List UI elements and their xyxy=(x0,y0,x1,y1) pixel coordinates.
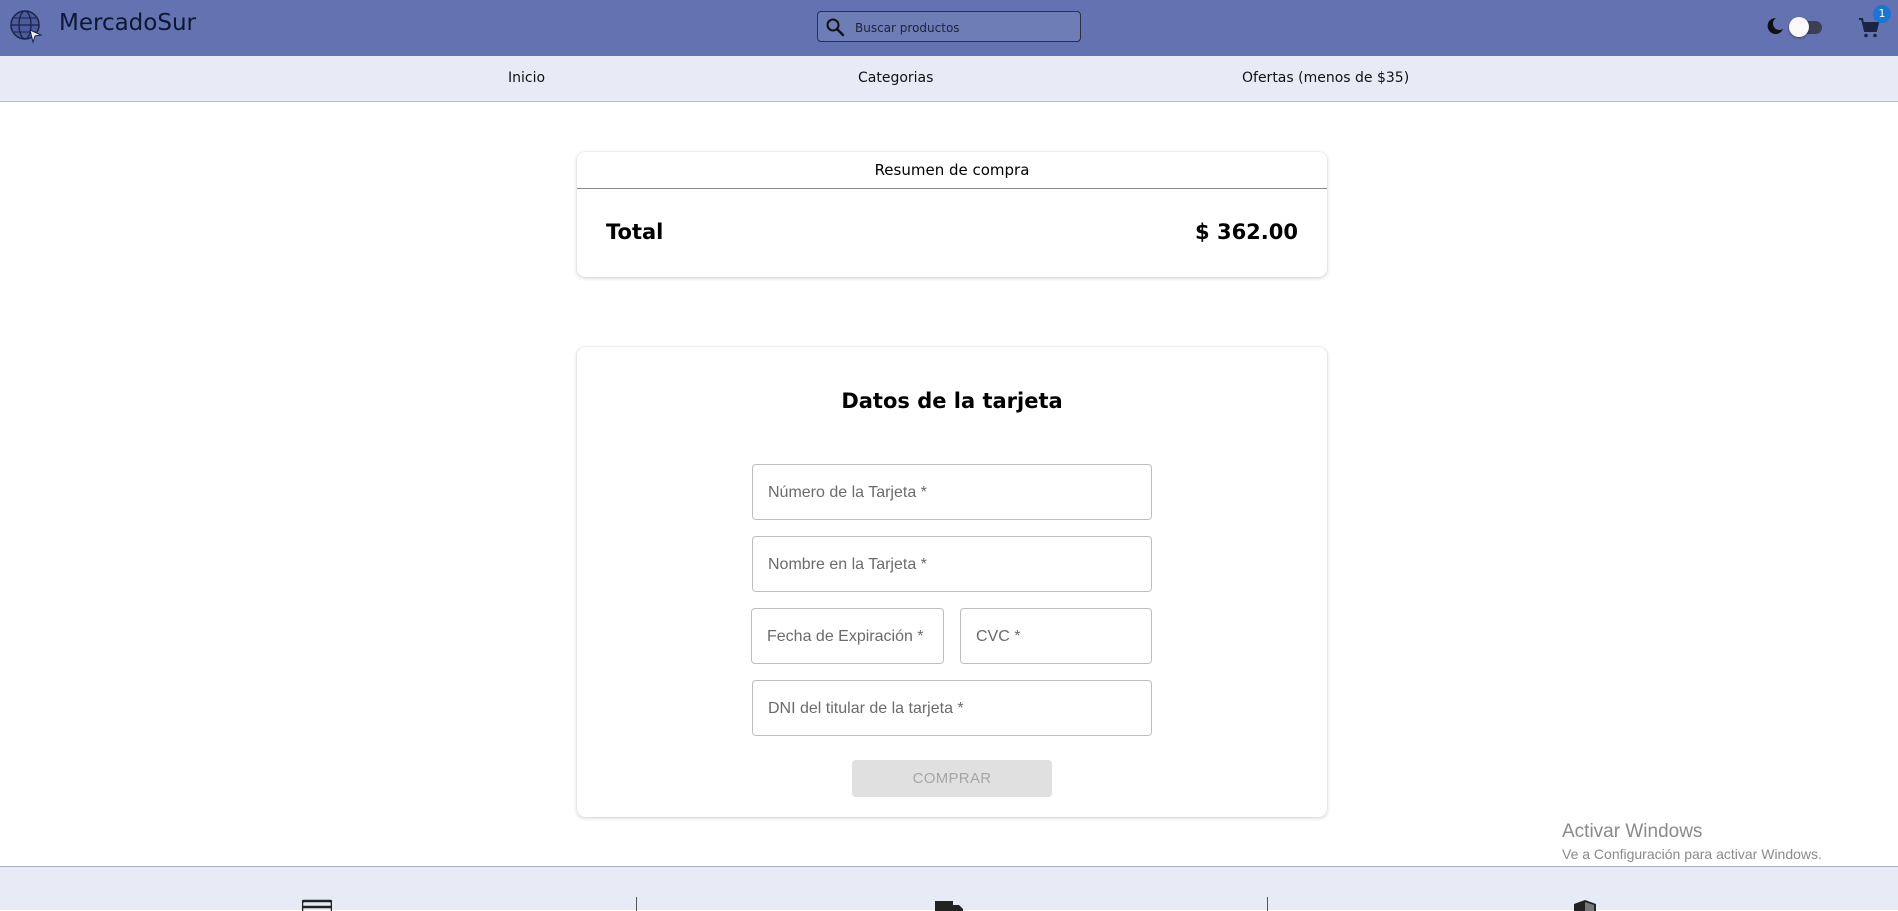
summary-heading: Resumen de compra xyxy=(577,152,1327,189)
buy-button[interactable]: COMPRAR xyxy=(852,760,1052,797)
shield-icon xyxy=(1574,900,1596,911)
dark-mode-toggle[interactable] xyxy=(1789,17,1809,37)
top-app-bar: MercadoSur 1 xyxy=(0,0,1898,56)
expiry-input[interactable] xyxy=(765,609,932,665)
card-number-field[interactable] xyxy=(752,464,1152,521)
total-label: Total xyxy=(606,220,664,244)
footer-divider xyxy=(636,897,637,911)
expiry-field[interactable] xyxy=(751,608,944,665)
category-nav: Inicio Categorias Ofertas (menos de $35) xyxy=(0,56,1898,102)
card-icon xyxy=(302,899,332,911)
cvc-input[interactable] xyxy=(974,609,1140,665)
windows-watermark-title: Activar Windows xyxy=(1562,821,1703,842)
nav-link-inicio[interactable]: Inicio xyxy=(508,70,545,86)
cvc-field[interactable] xyxy=(960,608,1152,665)
windows-watermark-subtitle: Ve a Configuración para activar Windows. xyxy=(1562,846,1822,862)
nav-link-ofertas[interactable]: Ofertas (menos de $35) xyxy=(1242,70,1409,86)
card-name-field[interactable] xyxy=(752,536,1152,593)
footer-divider xyxy=(1267,897,1268,911)
globe-logo-icon[interactable] xyxy=(8,8,44,44)
truck-icon xyxy=(935,901,963,911)
brand-name[interactable]: MercadoSur xyxy=(59,10,196,36)
cart-count-badge: 1 xyxy=(1873,5,1891,23)
card-number-input[interactable] xyxy=(766,465,1109,521)
card-name-input[interactable] xyxy=(766,537,1109,593)
moon-icon xyxy=(1767,17,1783,34)
search-box[interactable] xyxy=(817,11,1081,42)
card-details-form: Datos de la tarjeta COMPRAR xyxy=(577,347,1327,817)
footer-features xyxy=(0,866,1898,911)
total-value: $ 362.00 xyxy=(1195,220,1298,244)
purchase-summary-card: Resumen de compra Total $ 362.00 xyxy=(577,152,1327,277)
search-icon xyxy=(826,18,845,37)
form-title: Datos de la tarjeta xyxy=(841,389,1063,413)
search-input[interactable] xyxy=(853,16,1077,40)
nav-link-categorias[interactable]: Categorias xyxy=(858,70,933,86)
dni-field[interactable] xyxy=(752,680,1152,737)
dni-input[interactable] xyxy=(766,681,1109,737)
